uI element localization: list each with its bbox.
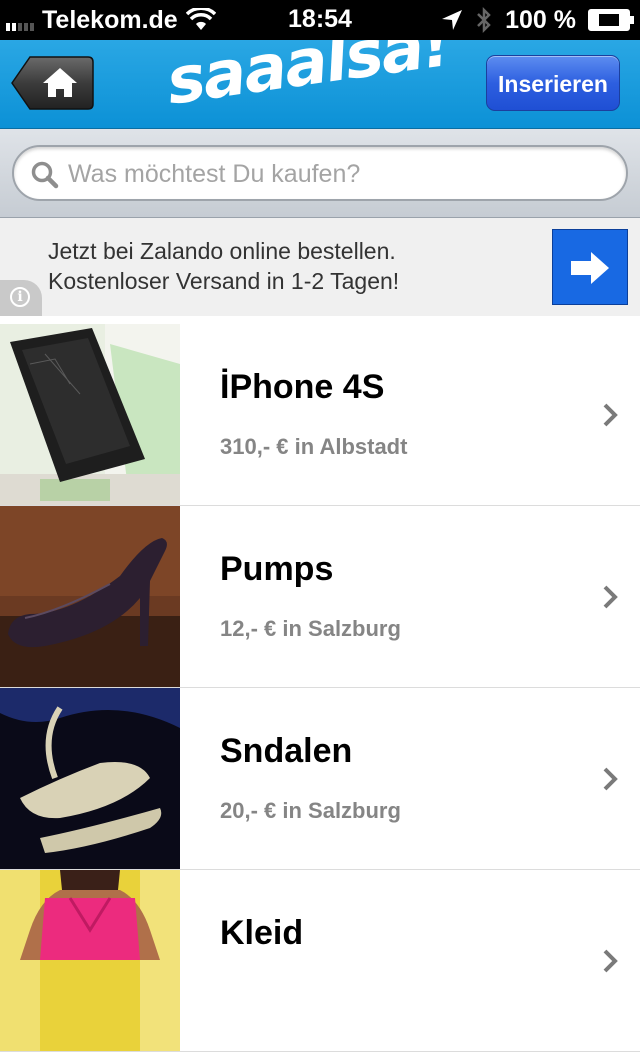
ad-open-button[interactable] <box>552 229 628 305</box>
home-button[interactable] <box>10 55 94 111</box>
battery-charging-icon <box>588 9 634 31</box>
search-bar <box>0 129 640 218</box>
ad-line-2: Kostenloser Versand in 1-2 Tagen! <box>48 268 400 294</box>
chevron-right-icon <box>603 767 618 791</box>
info-icon: i <box>10 287 30 307</box>
ad-info-button[interactable]: i <box>0 280 42 316</box>
listing-thumbnail-sandals <box>0 688 180 869</box>
arrow-right-icon <box>571 252 609 284</box>
listing-row[interactable]: İPhone 4S 310,- € in Albstadt <box>0 324 640 506</box>
listing-row[interactable]: Sndalen 20,- € in Salzburg <box>0 688 640 870</box>
location-arrow-icon <box>442 10 463 30</box>
ad-banner[interactable]: Jetzt bei Zalando online bestellen. Kost… <box>0 218 640 316</box>
listing-list: İPhone 4S 310,- € in Albstadt Pumps 12,-… <box>0 324 640 1052</box>
listing-title: Pumps <box>220 550 334 588</box>
listing-row[interactable]: Kleid <box>0 870 640 1052</box>
listing-title: Sndalen <box>220 732 353 770</box>
saaalsa-logo: saaalsa! <box>162 40 454 120</box>
ad-line-1: Jetzt bei Zalando online bestellen. <box>48 238 396 264</box>
ad-text: Jetzt bei Zalando online bestellen. Kost… <box>48 236 399 296</box>
bluetooth-icon <box>477 6 491 34</box>
navigation-bar: saaalsa! Inserieren <box>0 40 640 129</box>
listing-thumbnail-dress <box>0 870 180 1051</box>
chevron-right-icon <box>603 403 618 427</box>
listing-thumbnail-iphone <box>0 324 180 505</box>
search-field[interactable] <box>12 145 628 201</box>
chevron-right-icon <box>603 949 618 973</box>
listing-thumbnail-pumps <box>0 506 180 687</box>
status-icons: 100 % <box>441 5 634 34</box>
listing-title: İPhone 4S <box>220 368 385 406</box>
battery-percent: 100 % <box>505 5 576 34</box>
search-input[interactable] <box>66 147 610 201</box>
insert-listing-button[interactable]: Inserieren <box>486 55 620 111</box>
listing-price-location: 310,- € in Albstadt <box>220 434 408 459</box>
home-icon <box>11 56 94 110</box>
listing-price-location: 20,- € in Salzburg <box>220 798 401 823</box>
chevron-right-icon <box>603 585 618 609</box>
listing-title: Kleid <box>220 914 304 952</box>
status-bar: Telekom.de 18:54 100 % <box>0 0 640 40</box>
listing-row[interactable]: Pumps 12,- € in Salzburg <box>0 506 640 688</box>
listing-price-location: 12,- € in Salzburg <box>220 616 401 641</box>
search-icon <box>31 161 59 189</box>
